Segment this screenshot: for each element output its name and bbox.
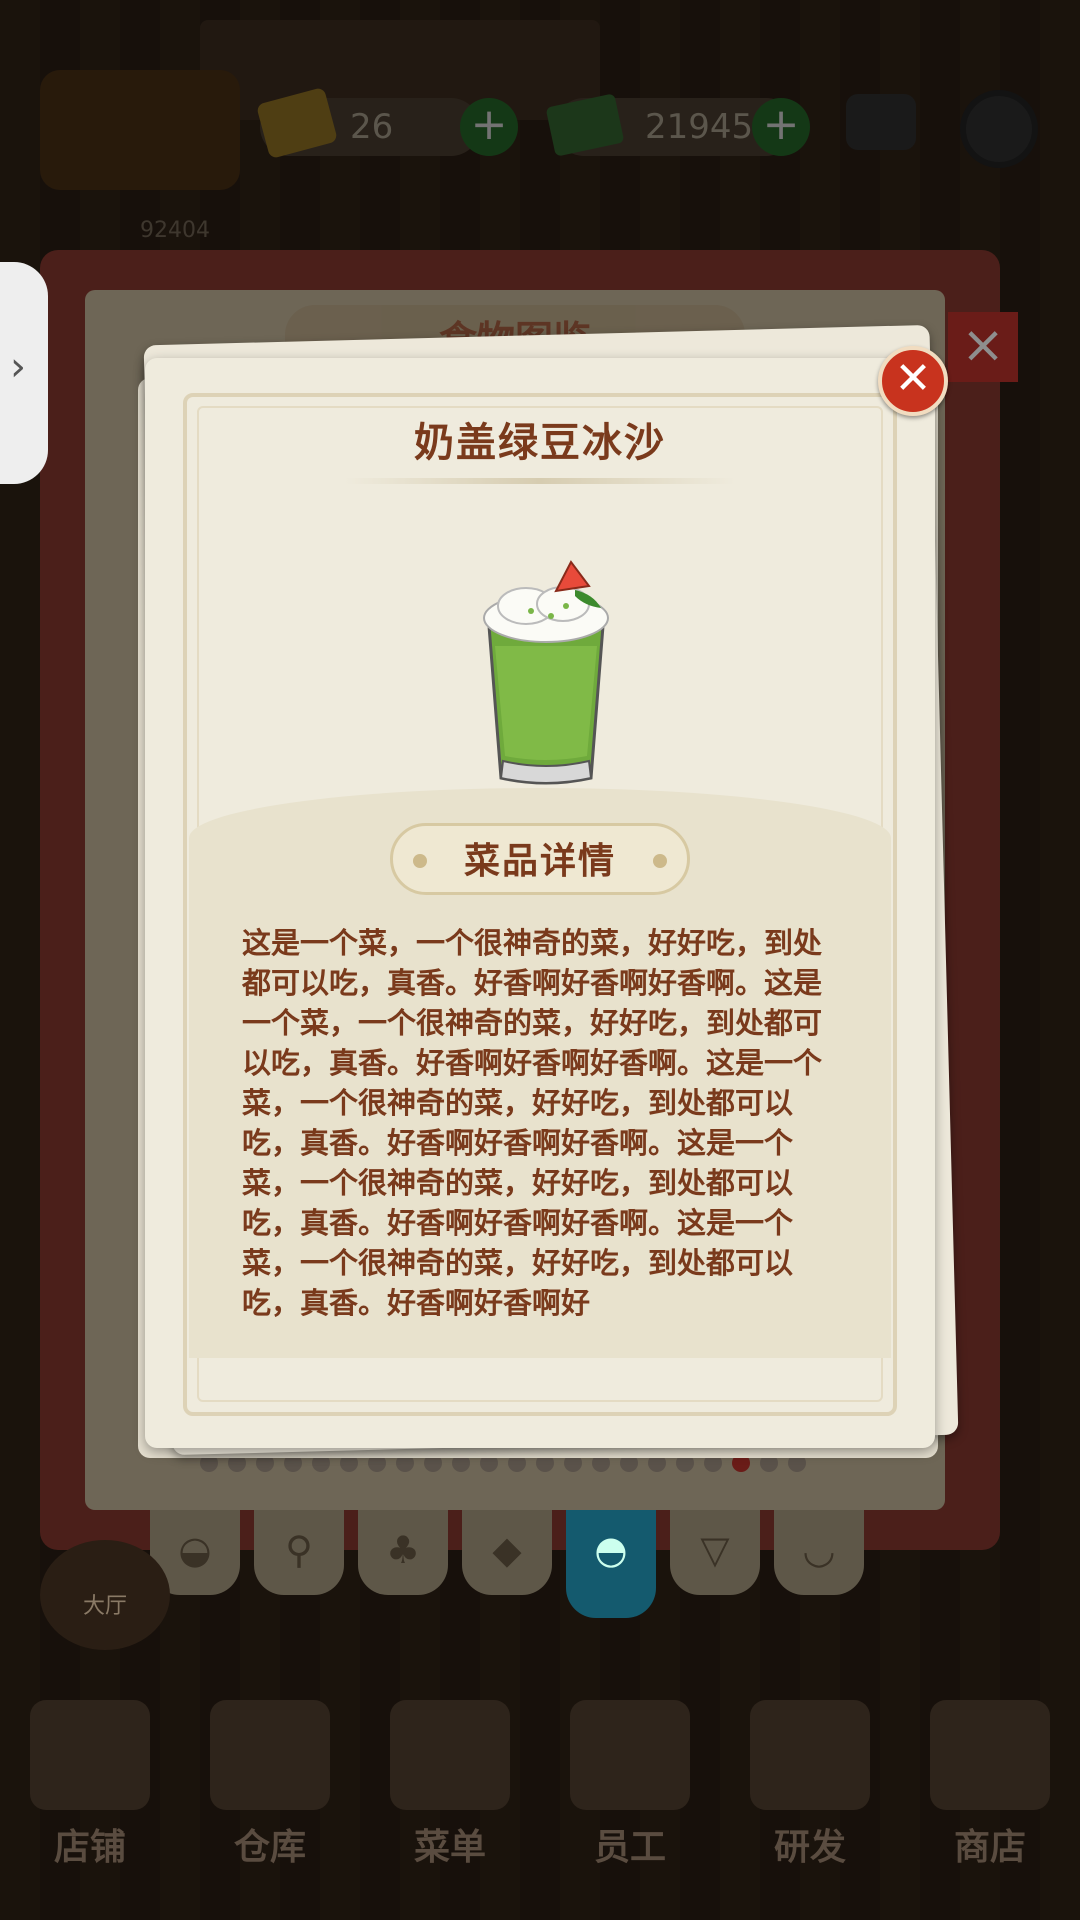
nav-menu[interactable]: 菜单	[370, 1700, 530, 1920]
nav-shop[interactable]: 商店	[910, 1700, 1070, 1920]
nav-label: 仓库	[233, 1827, 306, 1868]
nav-label: 店铺	[53, 1827, 126, 1868]
staff-icon	[570, 1700, 690, 1810]
store-icon	[30, 1700, 150, 1810]
dish-name: 奶盖绿豆冰沙	[414, 420, 666, 466]
fish-icon[interactable]: ◆	[462, 1510, 552, 1595]
nav-label: 商店	[953, 1827, 1026, 1868]
recipe-card: 奶盖绿豆冰沙 菜品详情 这是一个菜，一个很神奇的菜，好好吃，到处都可以吃，真香。…	[145, 358, 935, 1448]
nav-staff[interactable]: 员工	[550, 1700, 710, 1920]
book-close-button[interactable]: ×	[948, 312, 1018, 382]
pill-dot	[653, 854, 667, 868]
shop-icon	[930, 1700, 1050, 1810]
nav-label: 研发	[773, 1827, 846, 1868]
chevron-right-icon: ›	[10, 344, 26, 390]
bottom-nav: 店铺 仓库 菜单 员工 研发 商店	[0, 1700, 1080, 1920]
nav-label: 员工	[593, 1827, 666, 1868]
nav-research[interactable]: 研发	[730, 1700, 890, 1920]
research-icon	[750, 1700, 870, 1810]
category-tabs: ◒ ⚲ ♣ ◆ ◓ ▽ ◡	[150, 1510, 864, 1618]
warehouse-icon	[210, 1700, 330, 1810]
title-divider	[345, 478, 735, 484]
side-drawer-handle[interactable]: ›	[0, 262, 48, 484]
close-icon[interactable]: ✕	[878, 346, 948, 416]
hall-label: 大厅	[82, 1594, 127, 1619]
drumstick-icon[interactable]: ⚲	[254, 1510, 344, 1595]
dish-description: 这是一个菜，一个很神奇的菜，好好吃，到处都可以吃，真香。好香啊好香啊好香啊。这是…	[242, 926, 823, 1320]
menu-icon	[390, 1700, 510, 1810]
green-bean-smoothie-image	[483, 560, 609, 785]
nav-store[interactable]: 店铺	[10, 1700, 170, 1920]
nav-label: 菜单	[413, 1827, 486, 1868]
bun-icon[interactable]: ◓	[566, 1510, 656, 1618]
wine-glass-icon[interactable]: ▽	[670, 1510, 760, 1595]
pill-dot	[413, 854, 427, 868]
hall-button[interactable]: 大厅	[40, 1540, 170, 1650]
soup-bowl-icon[interactable]: ◡	[774, 1510, 864, 1595]
dish-details-label: 菜品详情	[463, 841, 616, 882]
nav-warehouse[interactable]: 仓库	[190, 1700, 350, 1920]
dish-details-header: 菜品详情	[390, 823, 690, 895]
broccoli-icon[interactable]: ♣	[358, 1510, 448, 1595]
